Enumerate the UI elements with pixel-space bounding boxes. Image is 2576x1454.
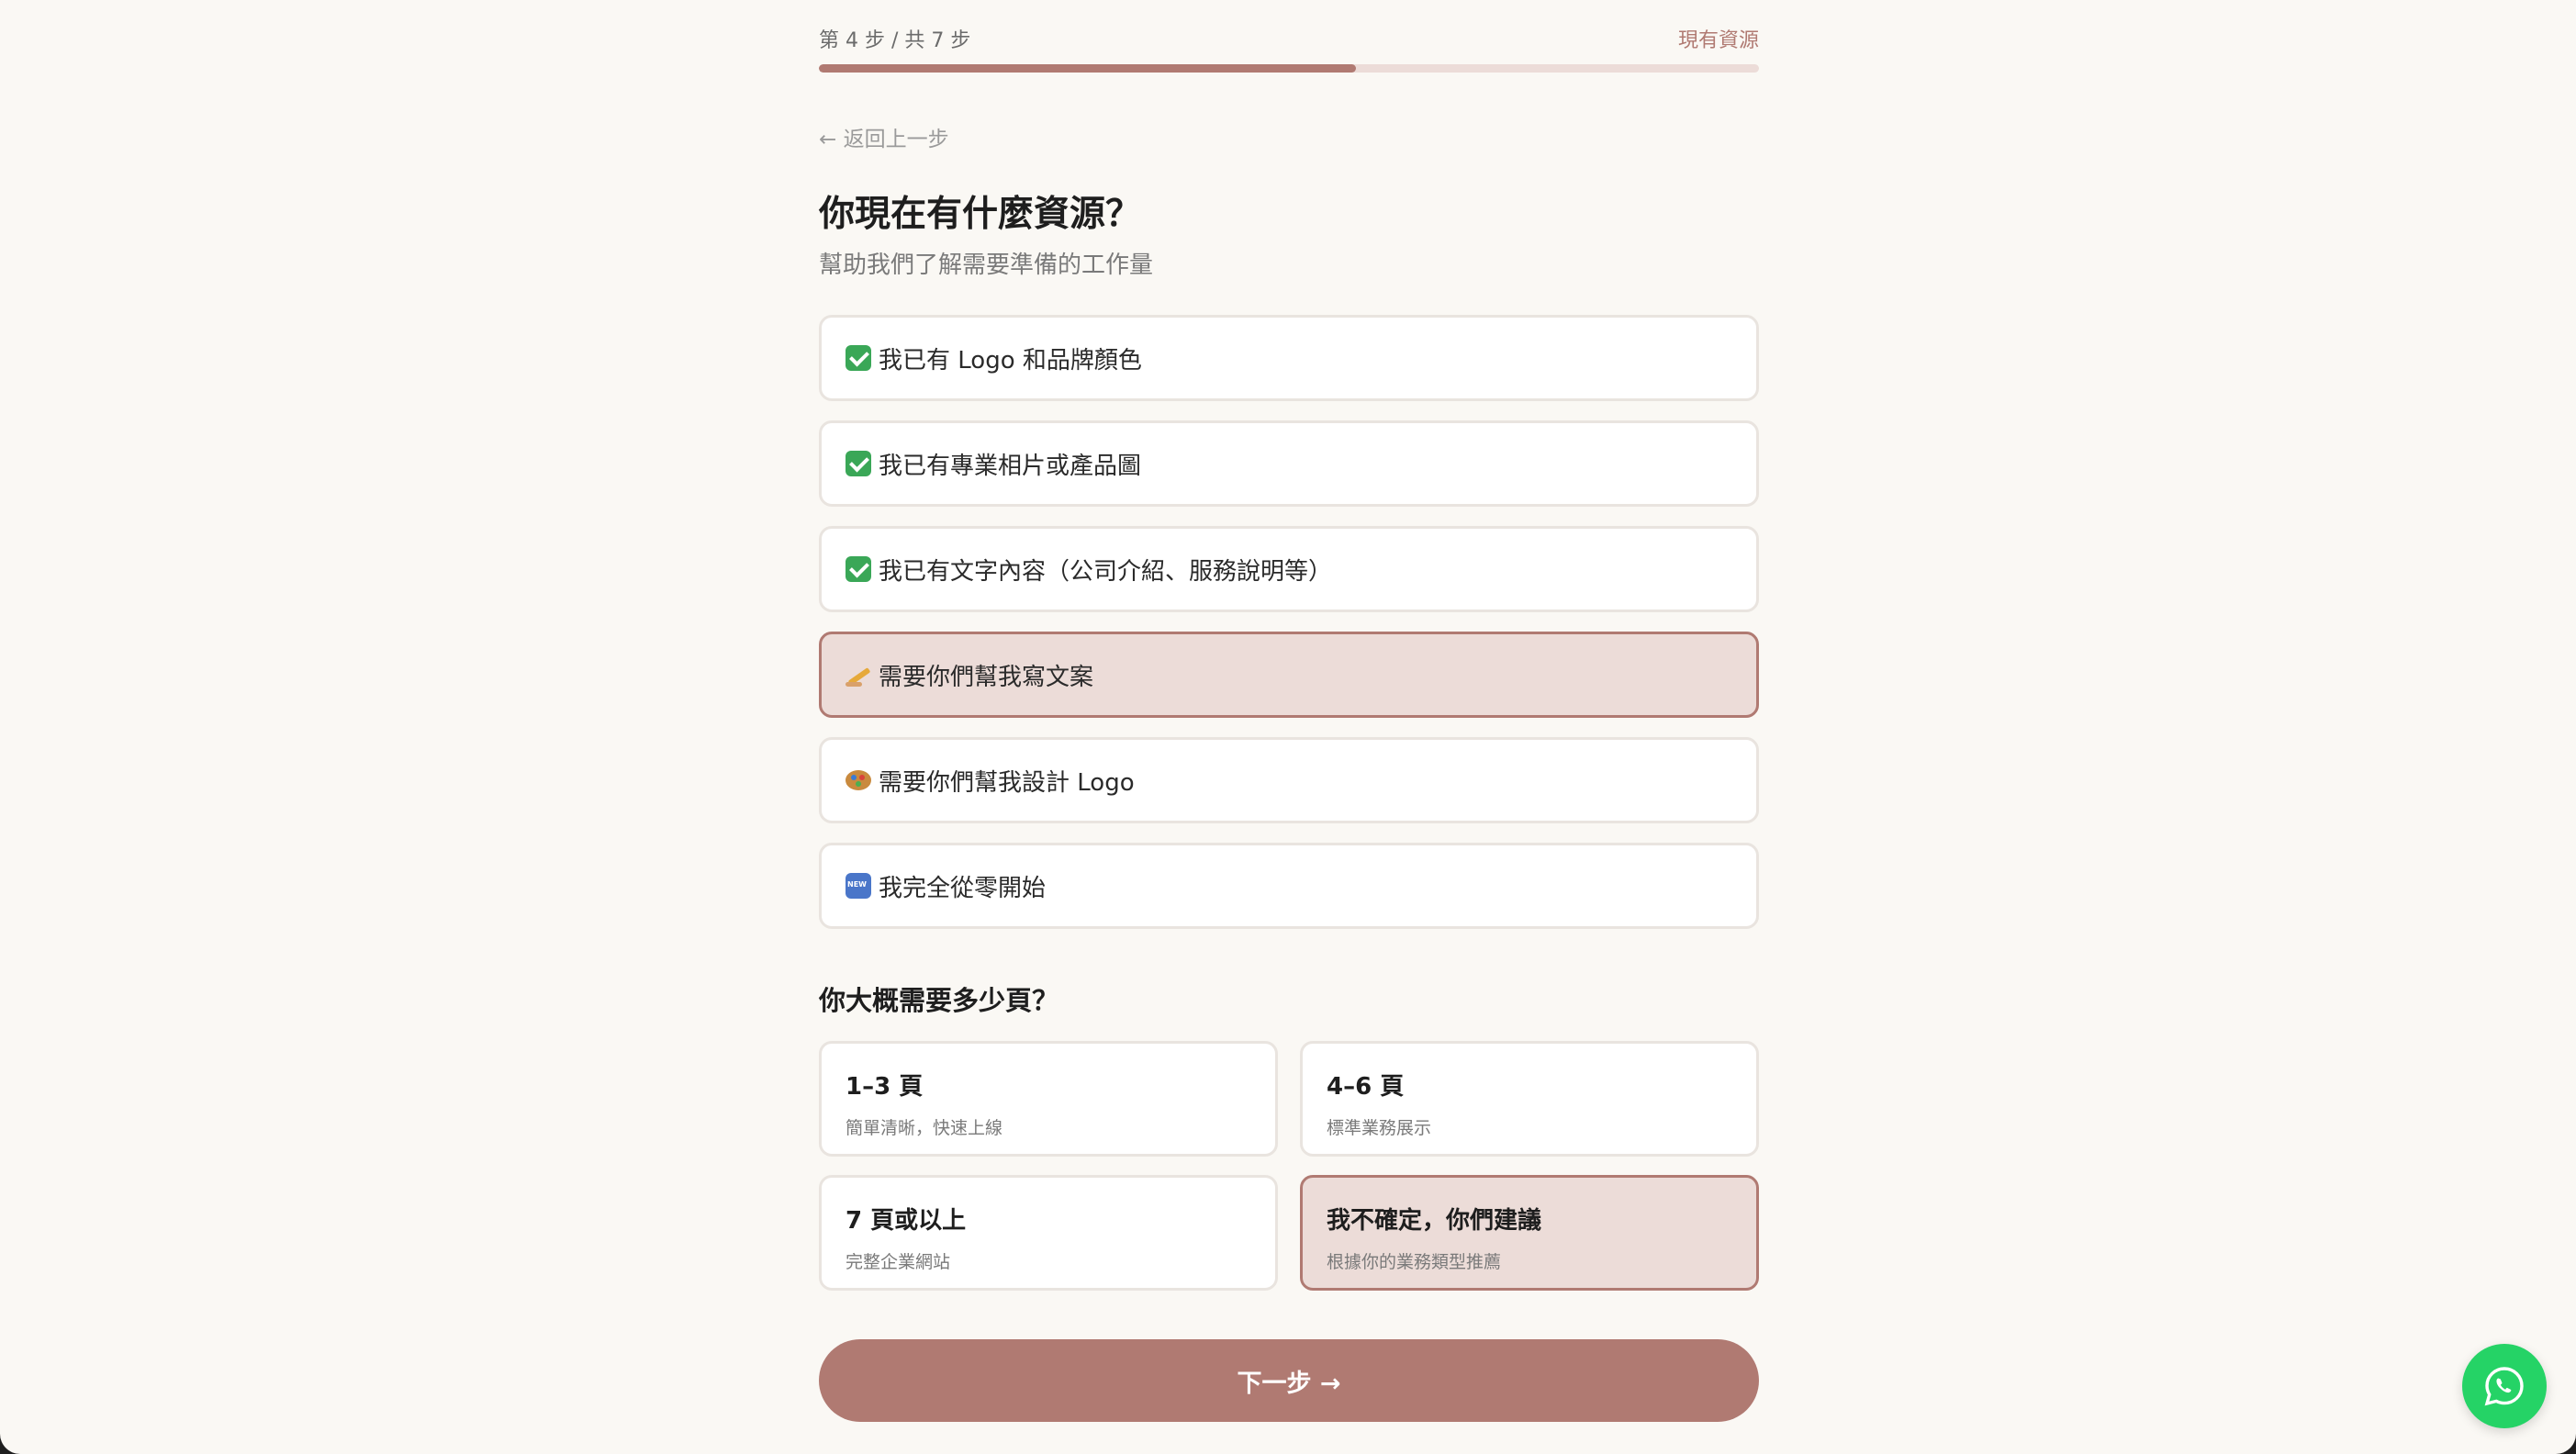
pages-question: 你大概需要多少頁？: [819, 985, 1059, 1016]
page-title: 你現在有什麼資源？: [819, 194, 1142, 235]
page-option-title: 1–3 頁: [846, 1073, 924, 1101]
step-counter: 第 4 步 / 共 7 步: [819, 29, 971, 52]
writing-hand-icon: [846, 662, 871, 688]
check-mark-icon: [846, 556, 871, 582]
resource-options: 我已有 Logo 和品牌顏色 我已有專業相片或產品圖 我已有文字內容（公司介紹、…: [819, 315, 1759, 948]
progress-bar-fill: [819, 64, 1357, 73]
page-option-4-6[interactable]: 4–6 頁 標準業務展示: [1300, 1041, 1759, 1157]
page-option-desc: 標準業務展示: [1327, 1118, 1432, 1138]
progress-bar: [819, 64, 1759, 73]
page: 第 4 步 / 共 7 步 現有資源 ← 返回上一步 你現在有什麼資源？ 幫助我…: [0, 0, 2576, 1454]
next-button[interactable]: 下一步 →: [819, 1339, 1759, 1422]
resource-option-label: 我已有 Logo 和品牌顏色: [879, 346, 1142, 375]
page-option-title: 我不確定，你們建議: [1327, 1207, 1542, 1235]
page-option-desc: 根據你的業務類型推薦: [1327, 1252, 1502, 1272]
page-option-7-plus[interactable]: 7 頁或以上 完整企業網站: [819, 1175, 1278, 1291]
resource-option-photos[interactable]: 我已有專業相片或產品圖: [819, 420, 1759, 507]
resource-option-logo[interactable]: 我已有 Logo 和品牌顏色: [819, 315, 1759, 401]
step-name: 現有資源: [1677, 29, 1759, 52]
resource-option-label: 我已有文字內容（公司介紹、服務說明等）: [879, 557, 1333, 586]
progress-header: 第 4 步 / 共 7 步 現有資源: [819, 24, 1759, 55]
whatsapp-icon: [2484, 1367, 2524, 1406]
page-option-desc: 簡單清晰，快速上線: [846, 1118, 1003, 1138]
palette-icon: [846, 770, 871, 790]
page-option-title: 4–6 頁: [1327, 1073, 1405, 1101]
resource-option-label: 我已有專業相片或產品圖: [879, 452, 1142, 480]
resource-option-label: 需要你們幫我設計 Logo: [879, 768, 1135, 797]
page-count-options: 1–3 頁 簡單清晰，快速上線 4–6 頁 標準業務展示 7 頁或以上 完整企業…: [819, 1041, 1759, 1291]
page-option-title: 7 頁或以上: [846, 1207, 967, 1235]
resource-option-label: 我完全從零開始: [879, 874, 1047, 902]
resource-option-from-scratch[interactable]: 我完全從零開始: [819, 843, 1759, 929]
resource-option-logo-design[interactable]: 需要你們幫我設計 Logo: [819, 737, 1759, 823]
page-option-unsure[interactable]: 我不確定，你們建議 根據你的業務類型推薦: [1300, 1175, 1759, 1291]
resource-option-copywriting[interactable]: 需要你們幫我寫文案: [819, 632, 1759, 718]
new-badge-icon: [846, 873, 871, 899]
resource-option-label: 需要你們幫我寫文案: [879, 663, 1094, 691]
check-mark-icon: [846, 345, 871, 371]
back-link[interactable]: ← 返回上一步: [819, 121, 949, 152]
page-option-1-3[interactable]: 1–3 頁 簡單清晰，快速上線: [819, 1041, 1278, 1157]
whatsapp-chat-button[interactable]: [2462, 1344, 2547, 1428]
page-option-desc: 完整企業網站: [846, 1252, 951, 1272]
resource-option-text-content[interactable]: 我已有文字內容（公司介紹、服務說明等）: [819, 526, 1759, 612]
check-mark-icon: [846, 451, 871, 476]
page-subtitle: 幫助我們了解需要準備的工作量: [819, 252, 1154, 279]
